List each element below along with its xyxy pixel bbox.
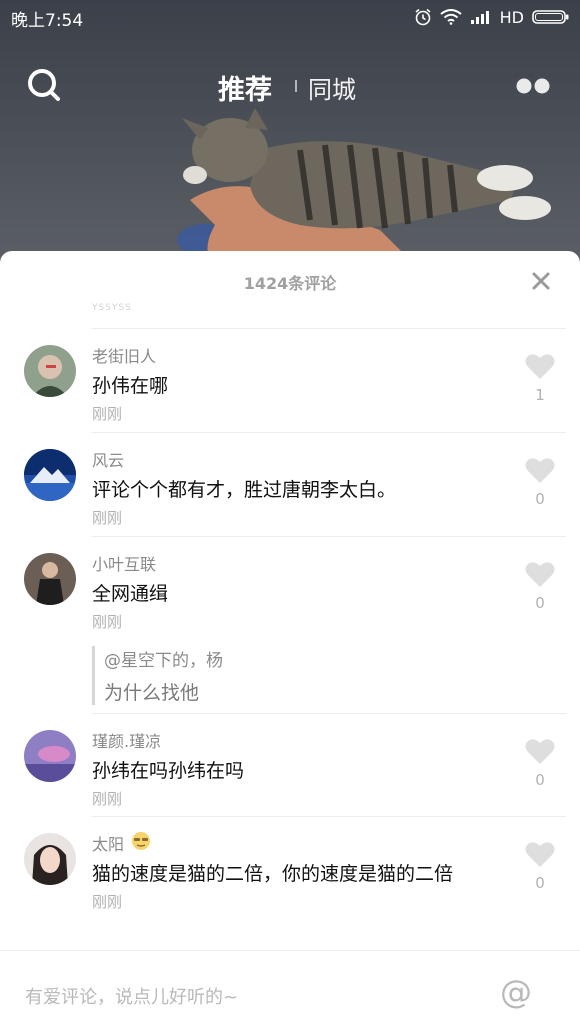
comment-item[interactable]: 小叶互联 全网通缉 刚刚 @星空下的，杨 为什么找他 0: [24, 536, 566, 713]
like-button[interactable]: 0: [524, 457, 556, 508]
status-time: 晚上7:54: [11, 11, 84, 31]
comment-username[interactable]: 太阳: [92, 831, 124, 855]
comment-text: 全网通缉: [92, 583, 169, 605]
like-button[interactable]: 0: [524, 841, 556, 892]
comment-username[interactable]: 瑾颜.瑾凉: [92, 728, 566, 752]
previous-comment-remnant: YSSYSS: [92, 303, 132, 313]
mention-at-button[interactable]: @: [500, 973, 532, 1011]
heart-icon: [525, 842, 555, 867]
comment-username[interactable]: 风云: [92, 447, 566, 471]
video-frame-cat-image: [177, 108, 551, 270]
signal-icon: [470, 10, 492, 24]
sheet-header: 1424条评论: [0, 251, 580, 309]
comment-text: 孙纬在吗孙纬在吗: [92, 760, 245, 782]
avatar[interactable]: [24, 730, 76, 782]
like-count: 0: [535, 594, 545, 612]
comment-item[interactable]: 风云 评论个个都有才，胜过唐朝李太白。 刚刚 0: [24, 432, 566, 536]
comments-sheet: 1424条评论 YSSYSS 老街旧人 孙伟在哪 刚刚 1 风云 评论个个都有才…: [0, 251, 580, 1031]
comment-time: 刚刚: [92, 790, 123, 808]
comment-time: 刚刚: [92, 613, 123, 631]
heart-icon: [525, 354, 555, 379]
reply-quote[interactable]: @星空下的，杨 为什么找他: [92, 646, 566, 705]
battery-icon: [532, 9, 570, 25]
like-count: 0: [535, 490, 545, 508]
avatar[interactable]: [24, 345, 76, 397]
heart-icon: [525, 562, 555, 587]
avatar[interactable]: [24, 833, 76, 885]
top-navigation: 推荐 同城: [0, 60, 580, 112]
wifi-icon: [440, 9, 462, 25]
like-count: 0: [535, 874, 545, 892]
comment-username[interactable]: 老街旧人: [92, 343, 566, 367]
alarm-icon: [414, 8, 432, 26]
close-icon[interactable]: [528, 268, 554, 294]
comment-username[interactable]: 小叶互联: [92, 551, 566, 575]
heart-icon: [525, 458, 555, 483]
avatar[interactable]: [24, 553, 76, 605]
comment-text: 评论个个都有才，胜过唐朝李太白。: [92, 479, 397, 501]
comment-input-placeholder[interactable]: 有爱评论，说点儿好听的~: [25, 983, 238, 1009]
like-count: 0: [535, 771, 545, 789]
status-bar: 晚上7:54 HD: [0, 0, 580, 34]
more-dots-icon[interactable]: [515, 78, 551, 94]
avatar[interactable]: [24, 449, 76, 501]
emoji-badge-icon: [130, 831, 152, 855]
comment-item[interactable]: 瑾颜.瑾凉 孙纬在吗孙纬在吗 刚刚 0: [24, 713, 566, 816]
like-button[interactable]: 1: [524, 353, 556, 404]
like-button[interactable]: 0: [524, 561, 556, 612]
comment-time: 刚刚: [92, 893, 123, 911]
comment-text: 猫的速度是猫的二倍，你的速度是猫的二倍: [92, 863, 454, 885]
video-background[interactable]: 晚上7:54 HD 推荐 同城: [0, 0, 580, 270]
tab-recommend[interactable]: 推荐: [218, 68, 272, 107]
like-count: 1: [535, 386, 545, 404]
tab-divider: [295, 80, 297, 92]
comment-time: 刚刚: [92, 405, 123, 423]
comment-text: 孙伟在哪: [92, 375, 169, 397]
comment-input-bar[interactable]: 有爱评论，说点儿好听的~ @: [0, 950, 580, 1032]
comment-item[interactable]: 太阳 猫的速度是猫的二倍，你的速度是猫的二倍 刚刚 0: [24, 816, 566, 945]
comment-time: 刚刚: [92, 509, 123, 527]
like-button[interactable]: 0: [524, 738, 556, 789]
search-icon[interactable]: [27, 68, 61, 102]
heart-icon: [525, 739, 555, 764]
reply-text: 为什么找他: [104, 682, 200, 704]
comment-item[interactable]: 老街旧人 孙伟在哪 刚刚 1: [24, 328, 566, 432]
reply-username[interactable]: @星空下的，杨: [104, 646, 566, 671]
comment-count-title: 1424条评论: [243, 274, 337, 293]
comment-list: 老街旧人 孙伟在哪 刚刚 1 风云 评论个个都有才，胜过唐朝李太白。 刚刚 0: [0, 328, 580, 945]
tab-city[interactable]: 同城: [308, 70, 356, 105]
network-label: HD: [499, 7, 524, 27]
